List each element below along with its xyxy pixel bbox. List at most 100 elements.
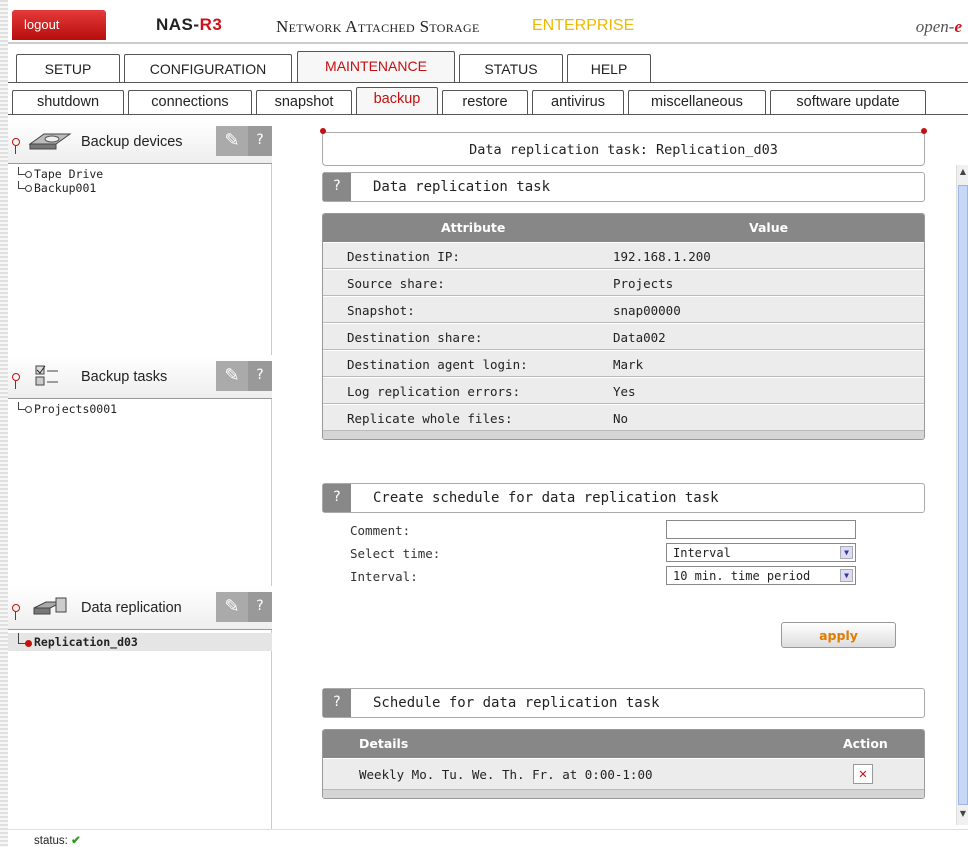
help-button[interactable]: ? <box>248 361 272 391</box>
subtab-snapshot[interactable]: snapshot <box>256 90 352 114</box>
scroll-up-icon[interactable]: ▲ <box>958 167 968 181</box>
corner-dot <box>320 128 326 134</box>
interval-label: Interval: <box>350 569 418 584</box>
schedule-form: Comment: Select time: Interval ▼ Interval… <box>350 520 870 589</box>
status-label: status: <box>34 835 68 847</box>
sub-tabs: shutdown connections snapshot backup res… <box>8 87 968 115</box>
section-title: Create schedule for data replication tas… <box>373 490 719 506</box>
table-row: Destination IP: 192.168.1.200 <box>323 242 924 269</box>
select-time-label: Select time: <box>350 546 441 561</box>
column-header: Attribute <box>441 220 506 235</box>
comment-label: Comment: <box>350 523 411 538</box>
product-name: NAS-R3 <box>156 15 223 34</box>
tab-setup[interactable]: SETUP <box>16 54 120 82</box>
subtab-shutdown[interactable]: shutdown <box>12 90 124 114</box>
product-title: Network Attached Storage <box>276 17 480 36</box>
section-title: Backup devices <box>81 134 183 150</box>
subtab-connections[interactable]: connections <box>128 90 252 114</box>
task-attributes-table: Attribute Value Destination IP: 192.168.1… <box>322 213 925 440</box>
subtab-restore[interactable]: restore <box>442 90 528 114</box>
vertical-scrollbar[interactable]: ▲ ▼ <box>956 165 968 825</box>
table-footer <box>323 431 924 439</box>
table-row: Snapshot: snap00000 <box>323 296 924 323</box>
interval-dropdown[interactable]: 10 min. time period ▼ <box>666 566 856 585</box>
subtab-miscellaneous[interactable]: miscellaneous <box>628 90 766 114</box>
backup-devices-section: Backup devices ✎ ? Tape Drive Backup001 <box>8 120 272 195</box>
tab-maintenance[interactable]: MAINTENANCE <box>297 51 455 82</box>
device-tree: Tape Drive Backup001 <box>8 164 272 195</box>
data-replication-section: Data replication ✎ ? Replication_d03 <box>8 586 272 651</box>
check-icon: ✔ <box>71 835 81 847</box>
column-header: Details <box>359 736 409 751</box>
tab-status[interactable]: STATUS <box>459 54 563 82</box>
sidebar: Backup devices ✎ ? Tape Drive Backup001 … <box>8 120 272 830</box>
help-button[interactable]: ? <box>323 689 351 717</box>
vendor-logo: open-e <box>915 17 962 36</box>
form-row: Interval: 10 min. time period ▼ <box>350 566 870 589</box>
window-edge <box>0 0 8 847</box>
pin-icon[interactable] <box>12 373 20 389</box>
checklist-icon <box>35 365 58 386</box>
logout-button[interactable]: logout <box>12 10 106 40</box>
tab-configuration[interactable]: CONFIGURATION <box>124 54 292 82</box>
scroll-down-icon[interactable]: ▼ <box>958 809 968 823</box>
tape-drive-icon <box>28 133 72 150</box>
comment-input[interactable] <box>666 520 856 539</box>
section-header: Data replication ✎ ? <box>8 586 272 630</box>
subtab-backup[interactable]: backup <box>356 87 438 114</box>
main-content: Data replication task: Replication_d03 ?… <box>300 120 956 830</box>
section-header: Backup devices ✎ ? <box>8 120 272 164</box>
replication-tree: Replication_d03 <box>8 630 272 651</box>
table-row: Weekly Mo. Tu. We. Th. Fr. at 0:00-1:00 … <box>323 758 924 790</box>
task-section-header: ? Data replication task <box>322 172 925 202</box>
apply-button[interactable]: apply <box>781 622 896 648</box>
delete-icon[interactable]: ✕ <box>853 764 873 784</box>
section-title: Data replication <box>81 600 182 616</box>
wrench-icon[interactable]: ✎ <box>216 126 248 156</box>
table-footer <box>323 790 924 798</box>
help-button[interactable]: ? <box>323 173 351 201</box>
tab-help[interactable]: HELP <box>567 54 651 82</box>
wrench-icon[interactable]: ✎ <box>216 592 248 622</box>
column-header: Action <box>843 736 888 751</box>
schedule-list-section-header: ? Schedule for data replication task <box>322 688 925 718</box>
section-title: Data replication task <box>373 179 551 195</box>
help-button[interactable]: ? <box>248 126 272 156</box>
wrench-icon[interactable]: ✎ <box>216 361 248 391</box>
table-header: Details Action <box>323 730 924 758</box>
table-row: Destination agent login: Mark <box>323 350 924 377</box>
section-title: Schedule for data replication task <box>373 695 660 711</box>
chevron-down-icon[interactable]: ▼ <box>840 569 853 582</box>
section-header: Backup tasks ✎ ? <box>8 355 272 399</box>
subtab-software-update[interactable]: software update <box>770 90 926 114</box>
status-bar: status: ✔ <box>8 829 968 847</box>
scrollbar-thumb[interactable] <box>958 185 968 805</box>
edition-label: ENTERPRISE <box>532 17 635 34</box>
main-tabs: SETUP CONFIGURATION MAINTENANCE STATUS H… <box>8 51 968 83</box>
replication-icon <box>33 597 67 615</box>
schedule-section-header: ? Create schedule for data replication t… <box>322 483 925 513</box>
chevron-down-icon[interactable]: ▼ <box>840 546 853 559</box>
section-title: Backup tasks <box>81 369 168 385</box>
backup-tasks-section: Backup tasks ✎ ? Projects0001 <box>8 355 272 416</box>
pin-icon[interactable] <box>12 138 20 154</box>
select-time-dropdown[interactable]: Interval ▼ <box>666 543 856 562</box>
subtab-antivirus[interactable]: antivirus <box>532 90 624 114</box>
help-button[interactable]: ? <box>323 484 351 512</box>
help-button[interactable]: ? <box>248 592 272 622</box>
table-row: Log replication errors: Yes <box>323 377 924 404</box>
tree-item[interactable]: Projects0001 <box>18 402 272 416</box>
table-header: Attribute Value <box>323 214 924 242</box>
corner-dot <box>921 128 927 134</box>
task-tree: Projects0001 <box>8 399 272 416</box>
table-row: Destination share: Data002 <box>323 323 924 350</box>
tree-item[interactable]: Backup001 <box>18 181 272 195</box>
form-row: Select time: Interval ▼ <box>350 543 870 566</box>
tree-item[interactable]: Tape Drive <box>18 167 272 181</box>
page-title: Data replication task: Replication_d03 <box>320 128 927 166</box>
pin-icon[interactable] <box>12 604 20 620</box>
tree-item-selected[interactable]: Replication_d03 <box>8 633 272 651</box>
app-header: logout NAS-R3 Network Attached Storage E… <box>8 8 968 44</box>
form-row: Comment: <box>350 520 870 543</box>
table-row: Replicate whole files: No <box>323 404 924 431</box>
